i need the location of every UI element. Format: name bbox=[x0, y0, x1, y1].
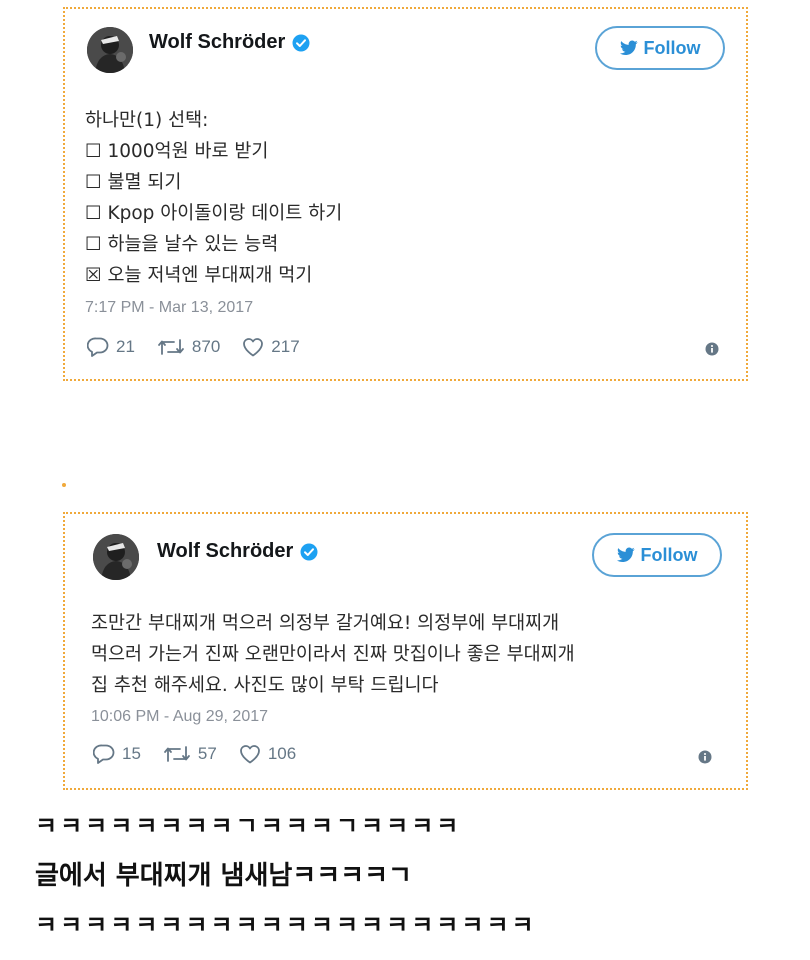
verified-badge-icon bbox=[300, 543, 318, 561]
follow-label: Follow bbox=[640, 544, 698, 565]
follow-label: Follow bbox=[643, 37, 701, 58]
reply-count: 15 bbox=[122, 744, 141, 763]
heart-icon bbox=[243, 338, 264, 357]
tweet-text-line: 조만간 부대찌개 먹으러 의정부 갈거예요! 의정부에 부대찌개 bbox=[91, 613, 560, 634]
twitter-bird-icon bbox=[619, 40, 638, 56]
twitter-bird-icon bbox=[616, 547, 635, 563]
tweet-card: Wolf Schröder Follow 하나만(1) 선택: ☐ 1000억원… bbox=[63, 7, 748, 381]
reply-button[interactable]: 15 bbox=[93, 744, 141, 764]
user-name-text[interactable]: Wolf Schröder bbox=[157, 540, 293, 563]
like-count: 217 bbox=[271, 337, 300, 356]
tweet-timestamp[interactable]: 7:17 PM - Mar 13, 2017 bbox=[85, 299, 253, 317]
tweet-text-line: 하나만(1) 선택: bbox=[85, 110, 209, 131]
like-button[interactable]: 217 bbox=[242, 337, 300, 357]
retweet-arrows-icon bbox=[158, 339, 184, 355]
avatar[interactable] bbox=[87, 27, 133, 73]
tweet-text-line: 먹으러 가는거 진짜 오랜만이라서 진짜 맛집이나 좋은 부대찌개 bbox=[91, 644, 575, 665]
like-count: 106 bbox=[267, 744, 297, 763]
info-circle-icon[interactable] bbox=[698, 750, 712, 764]
like-button[interactable]: 106 bbox=[239, 744, 296, 764]
comment-text: ㅋㅋㅋㅋㅋㅋㅋㅋㅋㅋㅋㅋㅋㅋㅋㅋㅋㅋㅋㅋ bbox=[35, 911, 537, 939]
avatar[interactable] bbox=[93, 534, 139, 580]
comment-text: 글에서 부대찌개 냄새남ㅋㅋㅋㅋㄱ bbox=[35, 861, 412, 891]
comment-text: ㅋㅋㅋㅋㅋㅋㅋㅋㄱㅋㅋㅋㄱㅋㅋㅋㅋ bbox=[35, 812, 462, 840]
decorative-dot bbox=[62, 483, 66, 487]
follow-button[interactable]: Follow bbox=[595, 26, 725, 70]
speech-bubble-icon bbox=[87, 337, 109, 357]
tweet-text: 조만간 부대찌개 먹으러 의정부 갈거예요! 의정부에 부대찌개 먹으러 가는거… bbox=[91, 608, 731, 701]
tweet-actions: 15 57 106 bbox=[93, 744, 296, 764]
tweet-text: 하나만(1) 선택: ☐ 1000억원 바로 받기 ☐ 불멸 되기 ☐ Kpop… bbox=[85, 105, 342, 291]
reply-button[interactable]: 21 bbox=[87, 337, 135, 357]
retweet-count: 57 bbox=[197, 744, 217, 763]
tweet-text-line: ☐ 하늘을 날수 있는 능력 bbox=[85, 234, 279, 255]
info-circle-icon[interactable] bbox=[705, 342, 719, 356]
speech-bubble-icon bbox=[93, 744, 115, 764]
user-name[interactable]: Wolf Schröder bbox=[149, 31, 310, 54]
tweet-text-line: ☐ 불멸 되기 bbox=[85, 172, 182, 193]
tweet-card: Wolf Schröder Follow 조만간 부대찌개 먹으러 의정부 갈거… bbox=[63, 512, 748, 790]
tweet-actions: 21 870 217 bbox=[87, 337, 300, 357]
verified-badge-icon bbox=[292, 34, 310, 52]
user-name-text[interactable]: Wolf Schröder bbox=[149, 31, 285, 54]
tweet-text-line: ☒ 오늘 저녁엔 부대찌개 먹기 bbox=[85, 265, 313, 286]
tweet-text-line: ☐ 1000억원 바로 받기 bbox=[85, 141, 269, 162]
tweet-text-line: ☐ Kpop 아이돌이랑 데이트 하기 bbox=[85, 203, 343, 224]
retweet-button[interactable]: 870 bbox=[157, 337, 220, 357]
follow-button[interactable]: Follow bbox=[592, 533, 722, 577]
reply-count: 21 bbox=[116, 337, 135, 356]
retweet-arrows-icon bbox=[164, 746, 190, 762]
user-name[interactable]: Wolf Schröder bbox=[157, 540, 318, 563]
heart-icon bbox=[239, 745, 260, 764]
retweet-button[interactable]: 57 bbox=[163, 744, 217, 764]
tweet-timestamp[interactable]: 10:06 PM - Aug 29, 2017 bbox=[91, 708, 268, 726]
tweet-text-line: 집 추천 해주세요. 사진도 많이 부탁 드립니다 bbox=[91, 675, 439, 696]
retweet-count: 870 bbox=[191, 337, 221, 356]
